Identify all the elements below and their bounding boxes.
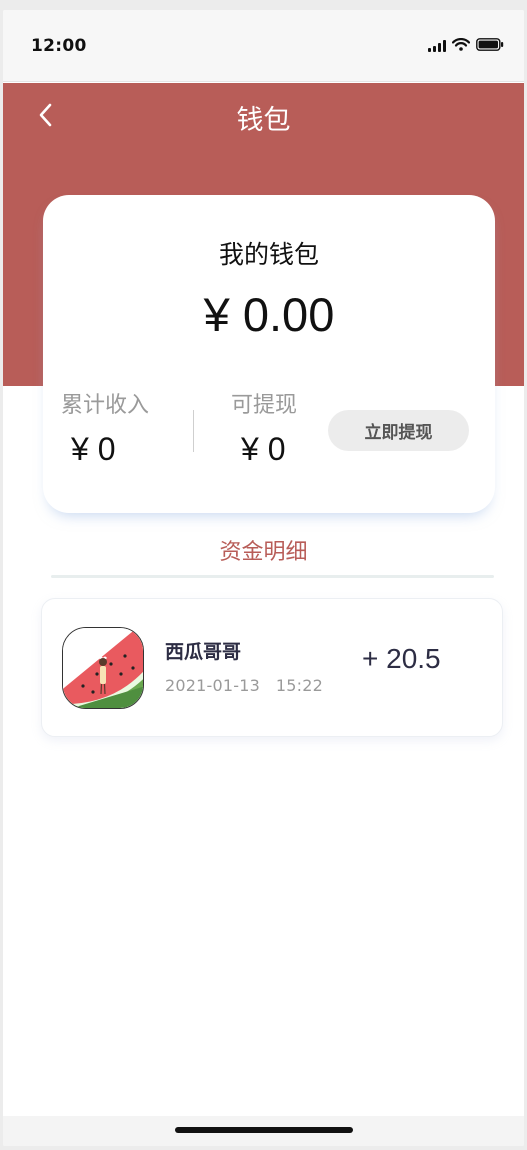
total-income-stat: 累计收入 ¥ 0 (61, 387, 149, 468)
withdrawable-value: ¥ 0 (241, 431, 286, 467)
signal-icon (428, 39, 446, 52)
withdrawable-stat: 可提现 ¥ 0 (231, 387, 297, 468)
avatar (62, 627, 144, 709)
withdrawable-label: 可提现 (231, 393, 298, 418)
wallet-balance: ¥ 0.00 (203, 288, 335, 341)
status-time: 12:00 (31, 36, 87, 56)
record-name: 西瓜哥哥 (165, 641, 242, 663)
wallet-title: 我的钱包 (218, 240, 319, 269)
withdraw-button[interactable]: 立即提现 (328, 410, 469, 451)
page-title: 钱包 (236, 105, 291, 136)
record-time: 15:22 (275, 676, 323, 695)
record-date: 2021-01-13 (165, 676, 260, 695)
wifi-icon (451, 36, 471, 55)
home-indicator[interactable] (175, 1127, 353, 1133)
stat-divider (193, 410, 194, 452)
total-income-label: 累计收入 (61, 393, 150, 418)
section-divider (51, 575, 494, 578)
wallet-card: 我的钱包 ¥ 0.00 累计收入 ¥ 0 可提现 ¥ 0 立即提现 (43, 195, 495, 513)
total-income-value: ¥ 0 (71, 431, 116, 467)
status-icons (428, 36, 504, 55)
record-datetime: 2021-01-13 15:22 (165, 676, 323, 695)
watermelon-avatar-icon (63, 628, 143, 708)
status-bar: 12:00 (3, 10, 524, 82)
transaction-record[interactable]: 西瓜哥哥 2021-01-13 15:22 + 20.5 (41, 598, 503, 737)
record-amount: + 20.5 (362, 643, 441, 674)
phone-screen: 12:00 钱包 我的钱包 ¥ 0.00 累计收入 ¥ 0 可提现 ¥ 0 立即… (3, 10, 524, 1146)
battery-icon (476, 36, 504, 55)
section-title: 资金明细 (219, 540, 308, 565)
